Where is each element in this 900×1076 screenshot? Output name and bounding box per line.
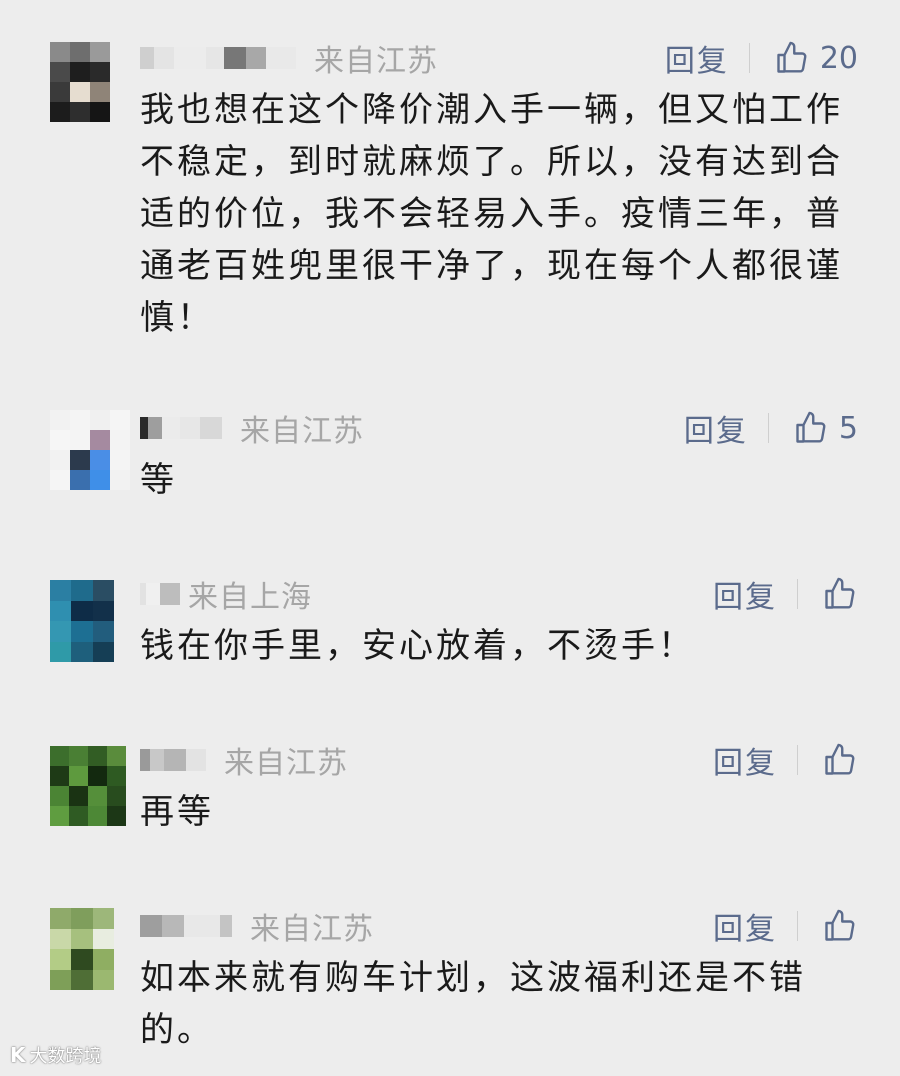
comment-text: 如本来就有购车计划，这波福利还是不错的。	[140, 958, 806, 1050]
comment-meta: 来自江苏	[140, 740, 348, 781]
divider	[797, 579, 798, 609]
comment-meta: 来自江苏	[140, 408, 364, 449]
reply-button[interactable]: 回复	[713, 572, 777, 616]
location-label: 来自江苏	[250, 912, 374, 947]
comment-meta: 来自江苏	[140, 38, 438, 79]
username-blurred[interactable]	[140, 43, 296, 73]
reply-button[interactable]: 回复	[713, 738, 777, 782]
avatar[interactable]	[50, 746, 126, 826]
divider	[767, 413, 769, 443]
comment-actions: 回复	[713, 738, 858, 782]
divider	[797, 911, 798, 941]
thumbs-up-icon[interactable]	[822, 742, 858, 778]
comment-actions: 回复	[713, 572, 858, 616]
comment-text: 再等	[140, 792, 214, 832]
comment-meta: 来自上海	[140, 574, 312, 615]
thumbs-up-icon[interactable]	[822, 908, 858, 944]
username-blurred[interactable]	[140, 579, 180, 609]
reply-button[interactable]: 回复	[665, 36, 729, 80]
location-label: 来自江苏	[240, 414, 364, 449]
comment-text: 钱在你手里，安心放着，不烫手！	[140, 626, 695, 666]
avatar[interactable]	[50, 908, 114, 990]
watermark: K 大数跨境	[10, 1042, 102, 1068]
comment-actions: 回复 5	[684, 406, 858, 450]
location-label: 来自上海	[188, 580, 312, 615]
avatar[interactable]	[50, 410, 130, 490]
thumbs-up-icon[interactable]	[793, 410, 829, 446]
comment-actions: 回复	[713, 904, 858, 948]
avatar[interactable]	[50, 580, 114, 662]
username-blurred[interactable]	[140, 911, 232, 941]
location-label: 来自江苏	[224, 746, 348, 781]
watermark-text: 大数跨境	[29, 1046, 102, 1067]
reply-button[interactable]: 回复	[684, 406, 748, 450]
avatar[interactable]	[50, 42, 110, 122]
location-label: 来自江苏	[314, 44, 438, 79]
reply-button[interactable]: 回复	[713, 904, 777, 948]
like-count: 5	[838, 410, 858, 446]
watermark-logo: K	[10, 1043, 26, 1067]
divider	[797, 745, 798, 775]
username-blurred[interactable]	[140, 413, 222, 443]
like-count: 20	[819, 40, 858, 76]
username-blurred[interactable]	[140, 745, 206, 775]
thumbs-up-icon[interactable]	[774, 40, 810, 76]
comment-text: 我也想在这个降价潮入手一辆，但又怕工作不稳定，到时就麻烦了。所以，没有达到合适的…	[140, 90, 843, 338]
comment-text: 等	[140, 460, 177, 500]
thumbs-up-icon[interactable]	[822, 576, 858, 612]
comment-actions: 回复 20	[665, 36, 858, 80]
comment-meta: 来自江苏	[140, 906, 374, 947]
divider	[748, 43, 750, 73]
